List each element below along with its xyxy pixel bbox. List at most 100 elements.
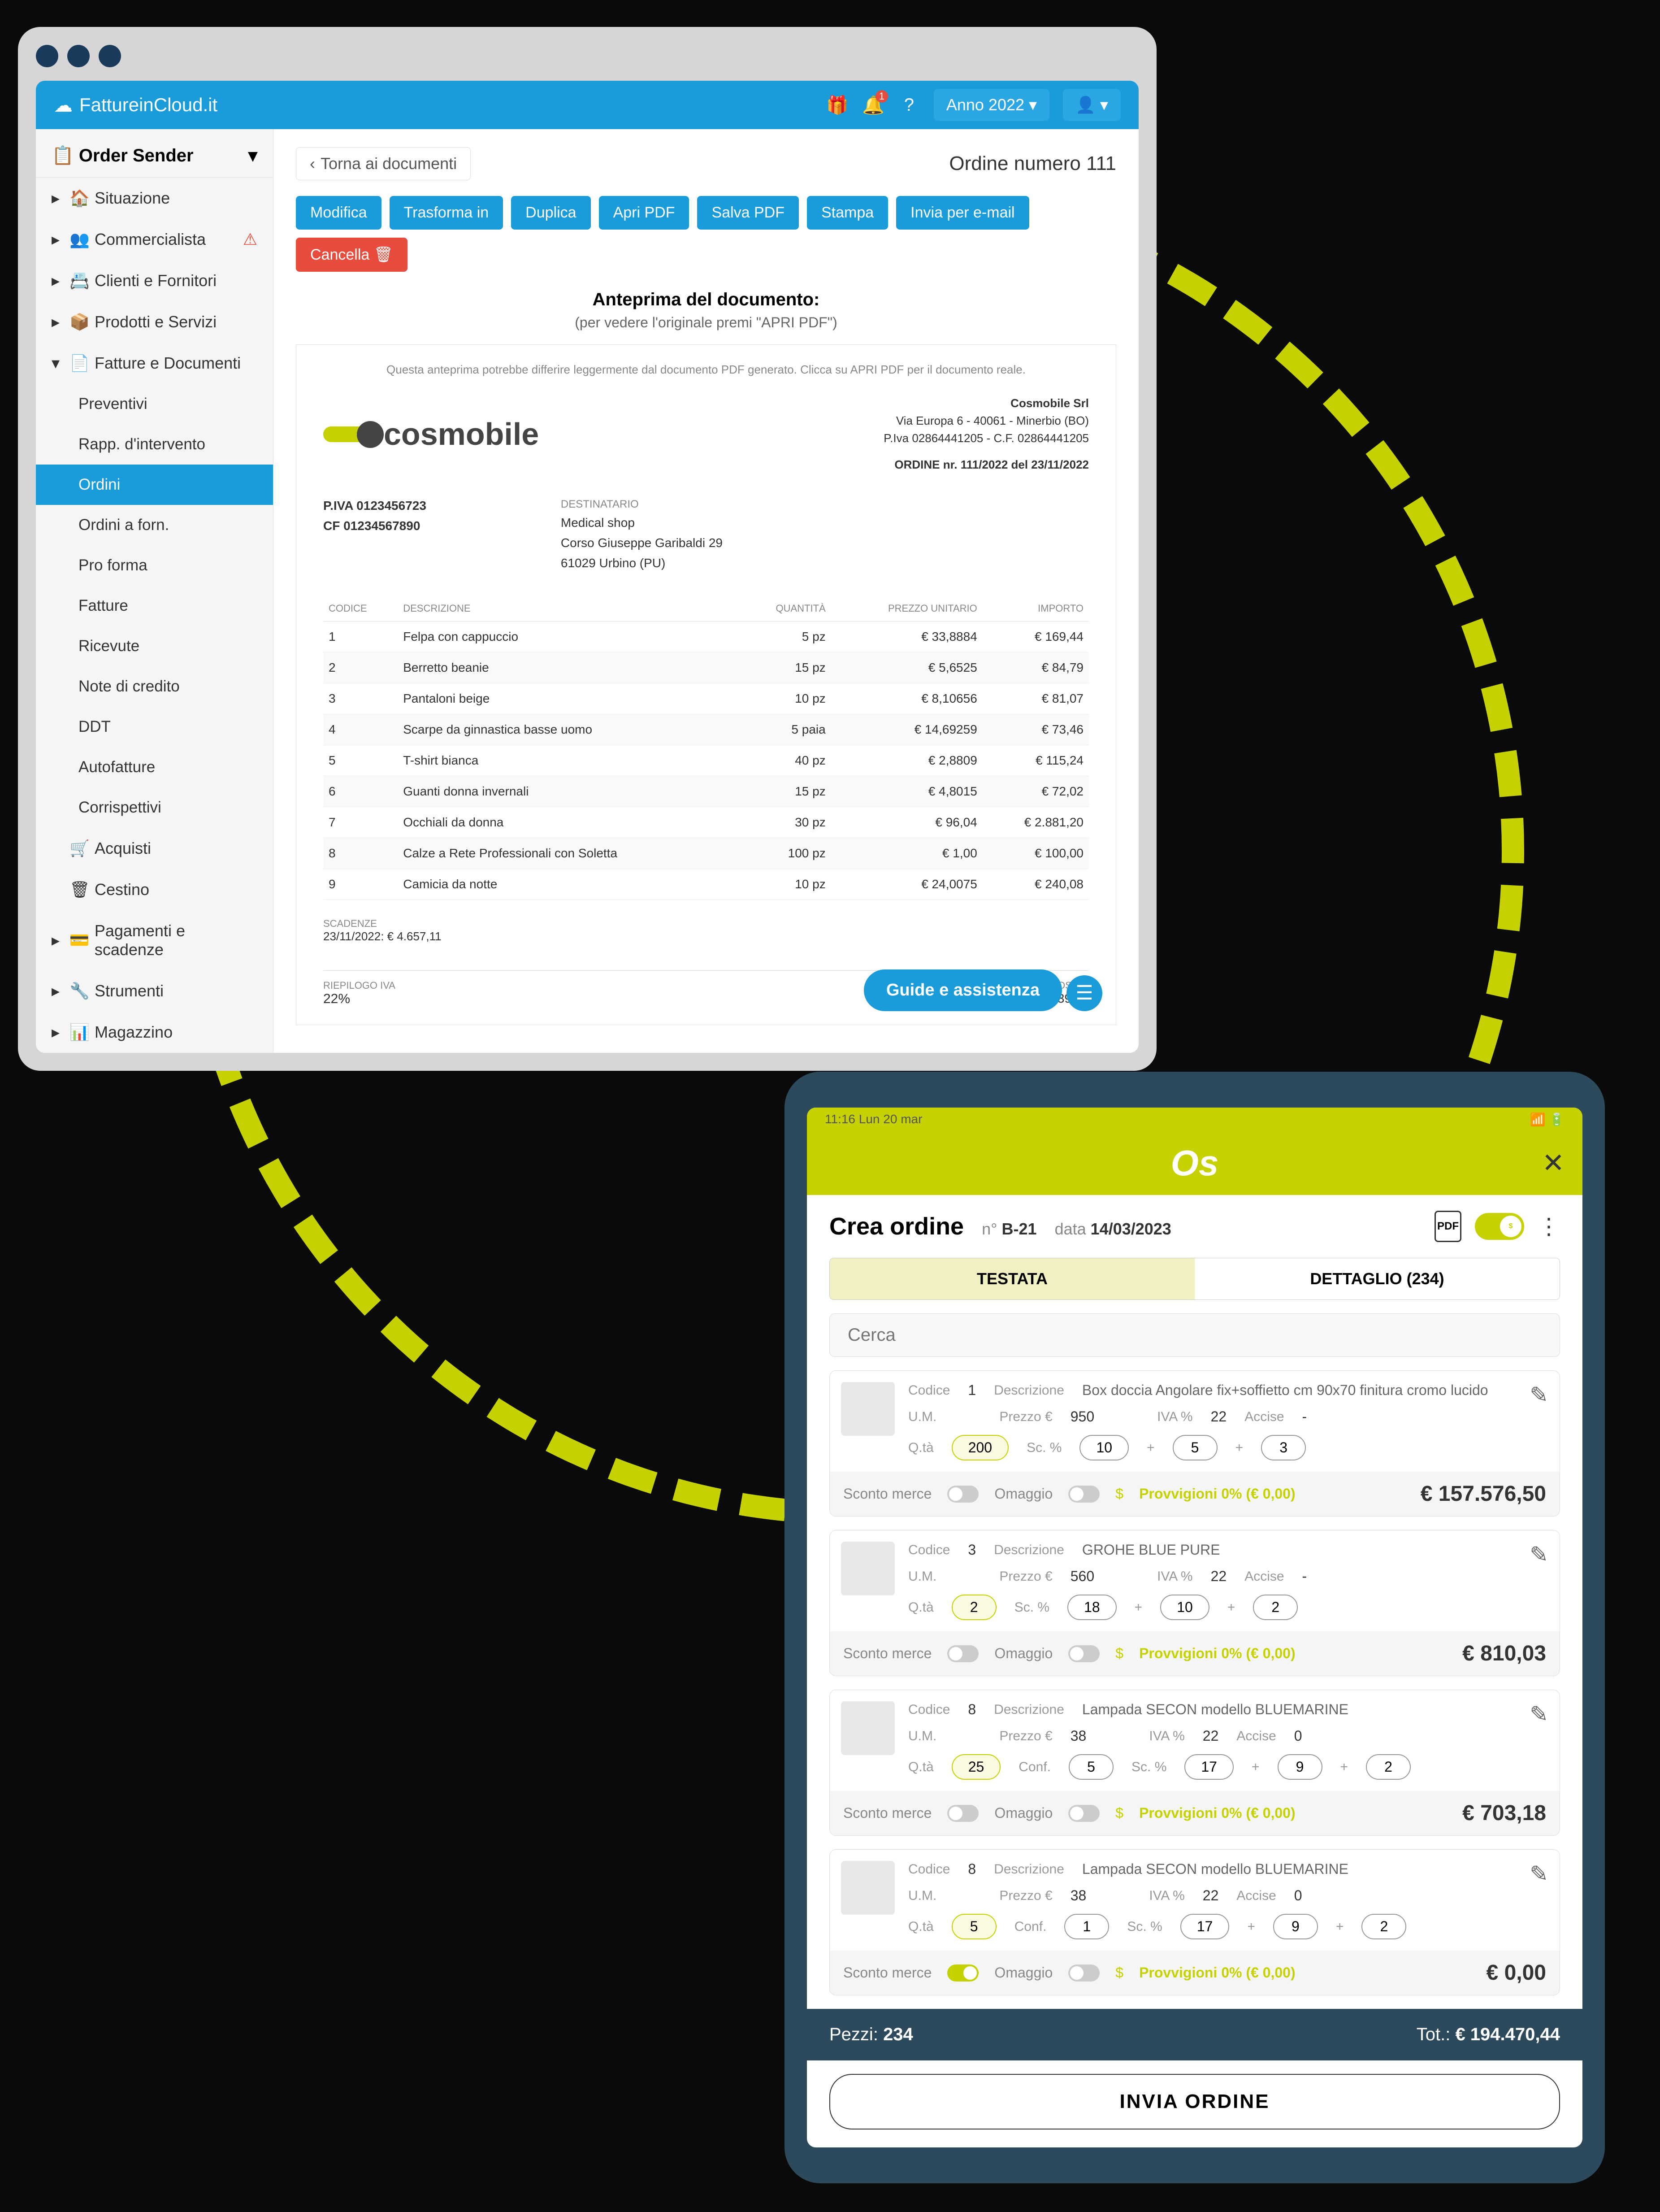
gift-toggle[interactable]: [1068, 1964, 1100, 1982]
help-button[interactable]: Guide e assistenza: [864, 969, 1062, 1011]
product-card: Codice3DescrizioneGROHE BLUE PURE U.M.Pr…: [829, 1530, 1560, 1676]
pdf-icon[interactable]: PDF: [1435, 1211, 1461, 1242]
cloud-icon: ☁: [54, 94, 73, 116]
bell-icon[interactable]: 🔔1: [862, 94, 884, 116]
delete-button[interactable]: Cancella 🗑: [296, 238, 407, 272]
gift-toggle[interactable]: [1068, 1486, 1100, 1503]
order-number: n° B-21: [982, 1220, 1036, 1239]
sidebar-subitem[interactable]: Fatture: [36, 586, 273, 626]
gift-icon[interactable]: 🎁: [826, 94, 849, 116]
brand[interactable]: ☁ FattureinCloud.it: [54, 94, 217, 116]
close-icon[interactable]: ✕: [1542, 1147, 1565, 1179]
gift-toggle[interactable]: [1068, 1645, 1100, 1662]
line-total: € 703,18: [1462, 1801, 1546, 1825]
discount-toggle[interactable]: [947, 1805, 979, 1822]
search-input[interactable]: [829, 1313, 1560, 1357]
sidebar-item[interactable]: ▸👥Commercialista⚠: [36, 219, 273, 260]
gift-toggle[interactable]: [1068, 1805, 1100, 1822]
action-button[interactable]: Stampa: [807, 196, 888, 230]
action-bar: Modifica Trasforma inDuplica Apri PDFSalva…: [296, 196, 1116, 272]
discount-toggle[interactable]: [947, 1964, 979, 1982]
sidebar-item[interactable]: ▸🔧Strumenti: [36, 970, 273, 1012]
discount-pill[interactable]: 17: [1184, 1754, 1234, 1780]
sidebar-item[interactable]: ▸🏠Situazione: [36, 178, 273, 219]
sidebar-header[interactable]: 📋 Order Sender▾: [36, 134, 273, 178]
sidebar-subitem[interactable]: Autofatture: [36, 747, 273, 787]
window-dot[interactable]: [36, 45, 58, 67]
app-header: Os ✕: [807, 1131, 1582, 1195]
table-row: 8Calze a Rete Professionali con Soletta1…: [323, 838, 1089, 869]
sidebar-subitem[interactable]: Rapp. d'intervento: [36, 424, 273, 465]
edit-icon[interactable]: ✎: [1530, 1861, 1548, 1887]
action-button[interactable]: Duplica: [511, 196, 590, 230]
discount-pill[interactable]: 3: [1261, 1435, 1306, 1460]
sidebar-item[interactable]: 🛒Acquisti: [36, 828, 273, 869]
qty-input[interactable]: 5: [952, 1914, 997, 1939]
discount-pill[interactable]: 10: [1160, 1595, 1209, 1620]
tablet-frame: 11:16 Lun 20 mar📶 🔋 Os ✕ Crea ordine n° …: [784, 1072, 1605, 2183]
action-button[interactable]: Modifica: [296, 196, 381, 230]
line-total: € 810,03: [1462, 1641, 1546, 1666]
content-area: ‹ Torna ai documenti Ordine numero 111 M…: [273, 129, 1139, 1053]
discount-pill[interactable]: 17: [1180, 1914, 1230, 1939]
qty-input[interactable]: 25: [952, 1754, 1001, 1780]
edit-icon[interactable]: ✎: [1530, 1542, 1548, 1568]
discount-pill[interactable]: 10: [1079, 1435, 1129, 1460]
discount-pill[interactable]: 18: [1067, 1595, 1117, 1620]
sidebar-subitem[interactable]: Ricevute: [36, 626, 273, 666]
sidebar-subitem[interactable]: Note di credito: [36, 666, 273, 707]
app-logo: Os: [1171, 1143, 1219, 1184]
more-menu-icon[interactable]: ⋮: [1538, 1213, 1560, 1239]
sidebar-item[interactable]: ▸💳Pagamenti e scadenze: [36, 910, 273, 970]
discount-pill[interactable]: 5: [1173, 1435, 1218, 1460]
action-button[interactable]: Salva PDF: [697, 196, 799, 230]
sidebar-item[interactable]: ▸📦Prodotti e Servizi: [36, 301, 273, 343]
table-row: 7Occhiali da donna30 pz€ 96,04€ 2.881,20: [323, 807, 1089, 838]
action-button[interactable]: Apri PDF: [599, 196, 689, 230]
sidebar-subitem[interactable]: Preventivi: [36, 384, 273, 424]
sidebar-subitem[interactable]: Corrispettivi: [36, 787, 273, 828]
action-button[interactable]: Invia per e-mail: [896, 196, 1029, 230]
discount-pill[interactable]: 9: [1273, 1914, 1318, 1939]
discount-toggle[interactable]: [947, 1486, 979, 1503]
qty-input[interactable]: 200: [952, 1435, 1009, 1460]
edit-icon[interactable]: ✎: [1530, 1701, 1548, 1727]
discount-pill[interactable]: 2: [1253, 1595, 1298, 1620]
desktop-window-frame: ☁ FattureinCloud.it 🎁 🔔1 ? Anno 2022 ▾ 👤…: [18, 27, 1157, 1071]
product-card: Codice8DescrizioneLampada SECON modello …: [829, 1690, 1560, 1836]
send-order-button[interactable]: INVIA ORDINE: [829, 2074, 1560, 2129]
brand-text: FattureinCloud.it: [79, 94, 217, 116]
document-preview: Questa anteprima potrebbe differire legg…: [296, 344, 1116, 1025]
sidebar-subitem[interactable]: Pro forma: [36, 545, 273, 586]
sidebar-item[interactable]: ▸📇Clienti e Fornitori: [36, 260, 273, 301]
back-button[interactable]: ‹ Torna ai documenti: [296, 147, 471, 180]
tab-header[interactable]: TESTATA: [830, 1258, 1195, 1299]
sidebar-item[interactable]: ▾📄Fatture e Documenti: [36, 343, 273, 384]
conf-pill[interactable]: 1: [1064, 1914, 1109, 1939]
sidebar-subitem[interactable]: Ordini a forn.: [36, 505, 273, 545]
sidebar-item[interactable]: ▸📊Magazzino: [36, 1012, 273, 1053]
conf-pill[interactable]: 5: [1069, 1754, 1114, 1780]
window-dot[interactable]: [99, 45, 121, 67]
tab-detail[interactable]: DETTAGLIO (234): [1195, 1258, 1560, 1299]
sidebar-subitem[interactable]: DDT: [36, 707, 273, 747]
window-dot[interactable]: [67, 45, 90, 67]
table-row: 1Felpa con cappuccio5 pz€ 33,8884€ 169,4…: [323, 621, 1089, 652]
discount-pill[interactable]: 9: [1278, 1754, 1322, 1780]
discount-pill[interactable]: 2: [1366, 1754, 1411, 1780]
product-image: [841, 1861, 895, 1915]
user-menu[interactable]: 👤 ▾: [1063, 89, 1121, 121]
discount-toggle[interactable]: [947, 1645, 979, 1662]
year-selector[interactable]: Anno 2022 ▾: [934, 89, 1049, 121]
help-icon[interactable]: ?: [898, 94, 920, 116]
recipient-info: DESTINATARIO Medical shop Corso Giuseppe…: [561, 496, 723, 574]
sidebar-subitem[interactable]: Ordini: [36, 465, 273, 505]
sidebar-item[interactable]: 🗑Cestino: [36, 869, 273, 910]
help-fab[interactable]: ☰: [1066, 975, 1102, 1011]
action-button[interactable]: Trasforma in: [390, 196, 503, 230]
qty-input[interactable]: 2: [952, 1595, 997, 1620]
currency-toggle[interactable]: [1475, 1213, 1524, 1240]
edit-icon[interactable]: ✎: [1530, 1382, 1548, 1408]
discount-pill[interactable]: 2: [1361, 1914, 1406, 1939]
product-card: Codice8DescrizioneLampada SECON modello …: [829, 1849, 1560, 1995]
